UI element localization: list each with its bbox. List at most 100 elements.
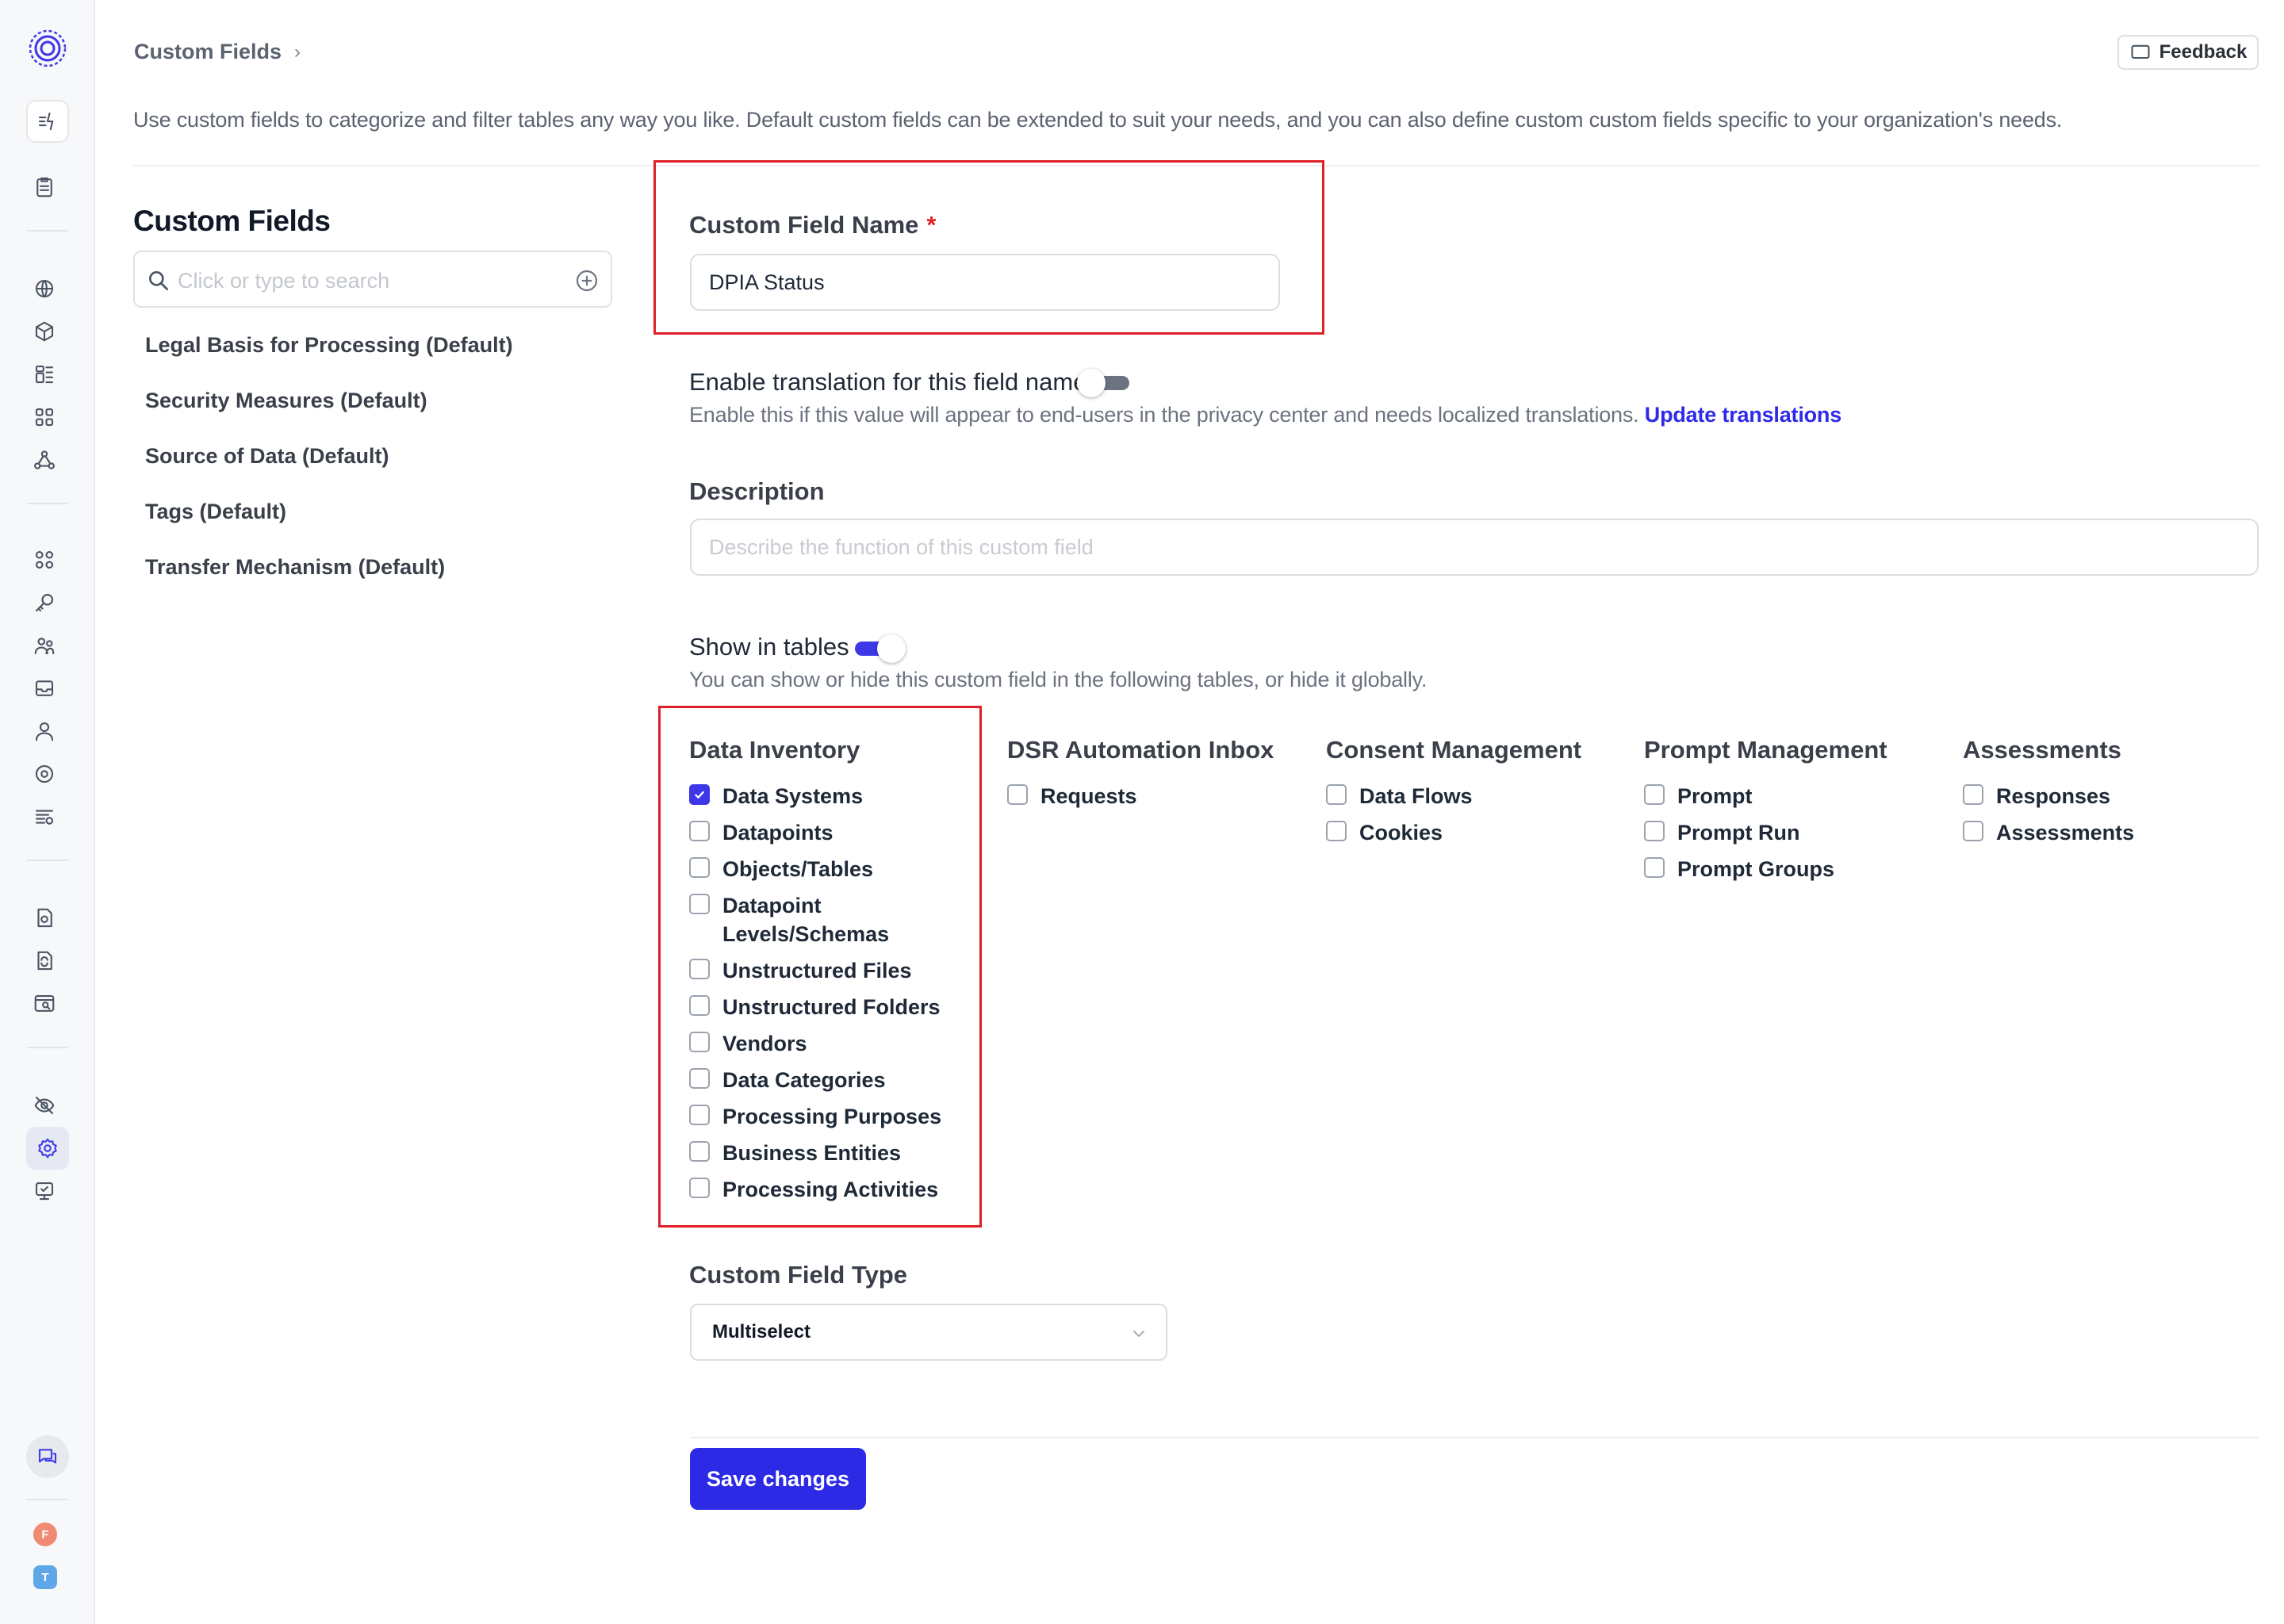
globe-icon[interactable] [30, 274, 59, 303]
eye-off-icon[interactable] [30, 1091, 59, 1120]
checkbox-label: Vendors [722, 1032, 807, 1055]
field-name-input[interactable] [690, 254, 1280, 311]
field-type-value: Multiselect [712, 1321, 811, 1342]
network-icon[interactable] [30, 446, 59, 474]
checkbox-cookies[interactable] [1326, 821, 1347, 841]
checkbox-label: Data Categories [722, 1068, 886, 1092]
checkbox-data-categories[interactable] [689, 1068, 710, 1089]
user-icon[interactable] [30, 717, 59, 745]
field-name-label: Custom Field Name * [689, 211, 936, 239]
checkbox-row-data-systems[interactable]: Data Systems [689, 782, 863, 810]
translation-toggle[interactable] [1077, 369, 1131, 397]
checkbox-label: Prompt Groups [1677, 857, 1835, 881]
checkbox-row-objects-tables[interactable]: Objects/Tables [689, 855, 873, 883]
list-settings-icon[interactable] [30, 802, 59, 831]
checkbox-label: Unstructured Folders [722, 995, 941, 1019]
list-item[interactable]: Tags (Default) [145, 500, 286, 524]
list-item[interactable]: Security Measures (Default) [145, 389, 427, 413]
chevron-right-icon: › [294, 40, 301, 63]
chat-support-icon[interactable] [26, 1435, 69, 1478]
checkbox-vendors[interactable] [689, 1032, 710, 1052]
presentation-icon[interactable] [30, 1177, 59, 1205]
checkbox-business-entities[interactable] [689, 1141, 710, 1162]
checkbox-assessments[interactable] [1963, 821, 1983, 841]
field-type-select[interactable]: Multiselect [690, 1304, 1167, 1361]
field-type-label: Custom Field Type [689, 1261, 908, 1289]
checkbox-row-responses[interactable]: Responses [1963, 782, 2110, 810]
checkbox-row-datapoints[interactable]: Datapoints [689, 818, 834, 847]
integrations-icon[interactable] [30, 546, 59, 574]
checkbox-unstructured-files[interactable] [689, 959, 710, 979]
avatar[interactable]: F [33, 1522, 57, 1546]
description-input[interactable] [690, 519, 2259, 576]
key-icon[interactable] [30, 588, 59, 617]
checkbox-data-flows[interactable] [1326, 784, 1347, 805]
checkbox-label: Datapoint Levels/Schemas [722, 894, 890, 946]
add-circle-icon[interactable] [574, 268, 600, 293]
checkbox-processing-purposes[interactable] [689, 1105, 710, 1125]
data-map-icon[interactable] [30, 360, 59, 389]
checkbox-row-datapoint-levels-schemas[interactable]: Datapoint Levels/Schemas [689, 891, 890, 948]
list-item[interactable]: Transfer Mechanism (Default) [145, 555, 445, 580]
checkbox-row-vendors[interactable]: Vendors [689, 1029, 807, 1058]
checkbox-prompt[interactable] [1644, 784, 1665, 805]
settings-gear-icon[interactable] [26, 1127, 69, 1170]
checkbox-prompt-run[interactable] [1644, 821, 1665, 841]
workspace-avatar[interactable]: T [33, 1565, 57, 1589]
feedback-button[interactable]: Feedback [2117, 35, 2259, 70]
group-title-data-inventory: Data Inventory [689, 736, 860, 764]
group-title-assessments: Assessments [1963, 736, 2121, 764]
clipboard-icon[interactable] [30, 173, 59, 201]
checkbox-data-systems[interactable] [689, 784, 710, 805]
checkbox-row-data-flows[interactable]: Data Flows [1326, 782, 1473, 810]
document-scan-icon[interactable] [30, 904, 59, 933]
checkbox-label: Unstructured Files [722, 959, 912, 982]
checkbox-label: Datapoints [722, 821, 834, 845]
checkbox-row-prompt-groups[interactable]: Prompt Groups [1644, 855, 1834, 883]
compass-icon[interactable] [30, 760, 59, 788]
checkbox-responses[interactable] [1963, 784, 1983, 805]
checkbox-row-unstructured-folders[interactable]: Unstructured Folders [689, 993, 941, 1021]
checkbox-unstructured-folders[interactable] [689, 995, 710, 1016]
list-item[interactable]: Legal Basis for Processing (Default) [145, 333, 513, 358]
people-icon[interactable] [30, 631, 59, 660]
show-in-tables-label: Show in tables [689, 633, 849, 661]
checkbox-prompt-groups[interactable] [1644, 857, 1665, 878]
grid-icon[interactable] [30, 403, 59, 431]
checkbox-row-prompt-run[interactable]: Prompt Run [1644, 818, 1800, 847]
checkbox-label: Responses [1996, 784, 2111, 808]
checkbox-label: Prompt Run [1677, 821, 1800, 845]
checkbox-row-data-categories[interactable]: Data Categories [689, 1066, 886, 1094]
refresh-doc-icon[interactable] [30, 947, 59, 975]
checkbox-row-requests[interactable]: Requests [1007, 782, 1137, 810]
checkbox-objects-tables[interactable] [689, 857, 710, 878]
cube-icon[interactable] [30, 317, 59, 346]
search-icon [149, 271, 168, 290]
translation-label: Enable translation for this field name [689, 368, 1087, 396]
checkbox-processing-activities[interactable] [689, 1178, 710, 1198]
checkbox-requests[interactable] [1007, 784, 1028, 805]
search-input[interactable] [178, 263, 550, 298]
checkbox-datapoints[interactable] [689, 821, 710, 841]
checkbox-row-processing-purposes[interactable]: Processing Purposes [689, 1102, 941, 1131]
description-label: Description [689, 477, 825, 505]
checkbox-row-business-entities[interactable]: Business Entities [689, 1139, 901, 1167]
browser-search-icon[interactable] [30, 990, 59, 1018]
checkbox-row-processing-activities[interactable]: Processing Activities [689, 1175, 938, 1204]
checkbox-row-unstructured-files[interactable]: Unstructured Files [689, 956, 912, 985]
translation-help-text: Enable this if this value will appear to… [689, 403, 1639, 427]
inbox-icon[interactable] [30, 674, 59, 703]
check-icon [694, 791, 705, 799]
checkbox-row-prompt[interactable]: Prompt [1644, 782, 1753, 810]
breadcrumb-item[interactable]: Custom Fields [134, 40, 282, 64]
list-item[interactable]: Source of Data (Default) [145, 444, 389, 469]
checkbox-row-cookies[interactable]: Cookies [1326, 818, 1443, 847]
save-changes-button[interactable]: Save changes [690, 1448, 866, 1510]
checkbox-datapoint-levels-schemas[interactable] [689, 894, 710, 914]
checkbox-label: Processing Activities [722, 1178, 939, 1201]
checkbox-row-assessments[interactable]: Assessments [1963, 818, 2134, 847]
update-translations-link[interactable]: Update translations [1645, 403, 1841, 427]
app-logo-icon[interactable] [26, 27, 69, 70]
action-center-icon[interactable] [26, 100, 69, 143]
show-in-tables-toggle[interactable] [852, 634, 906, 663]
